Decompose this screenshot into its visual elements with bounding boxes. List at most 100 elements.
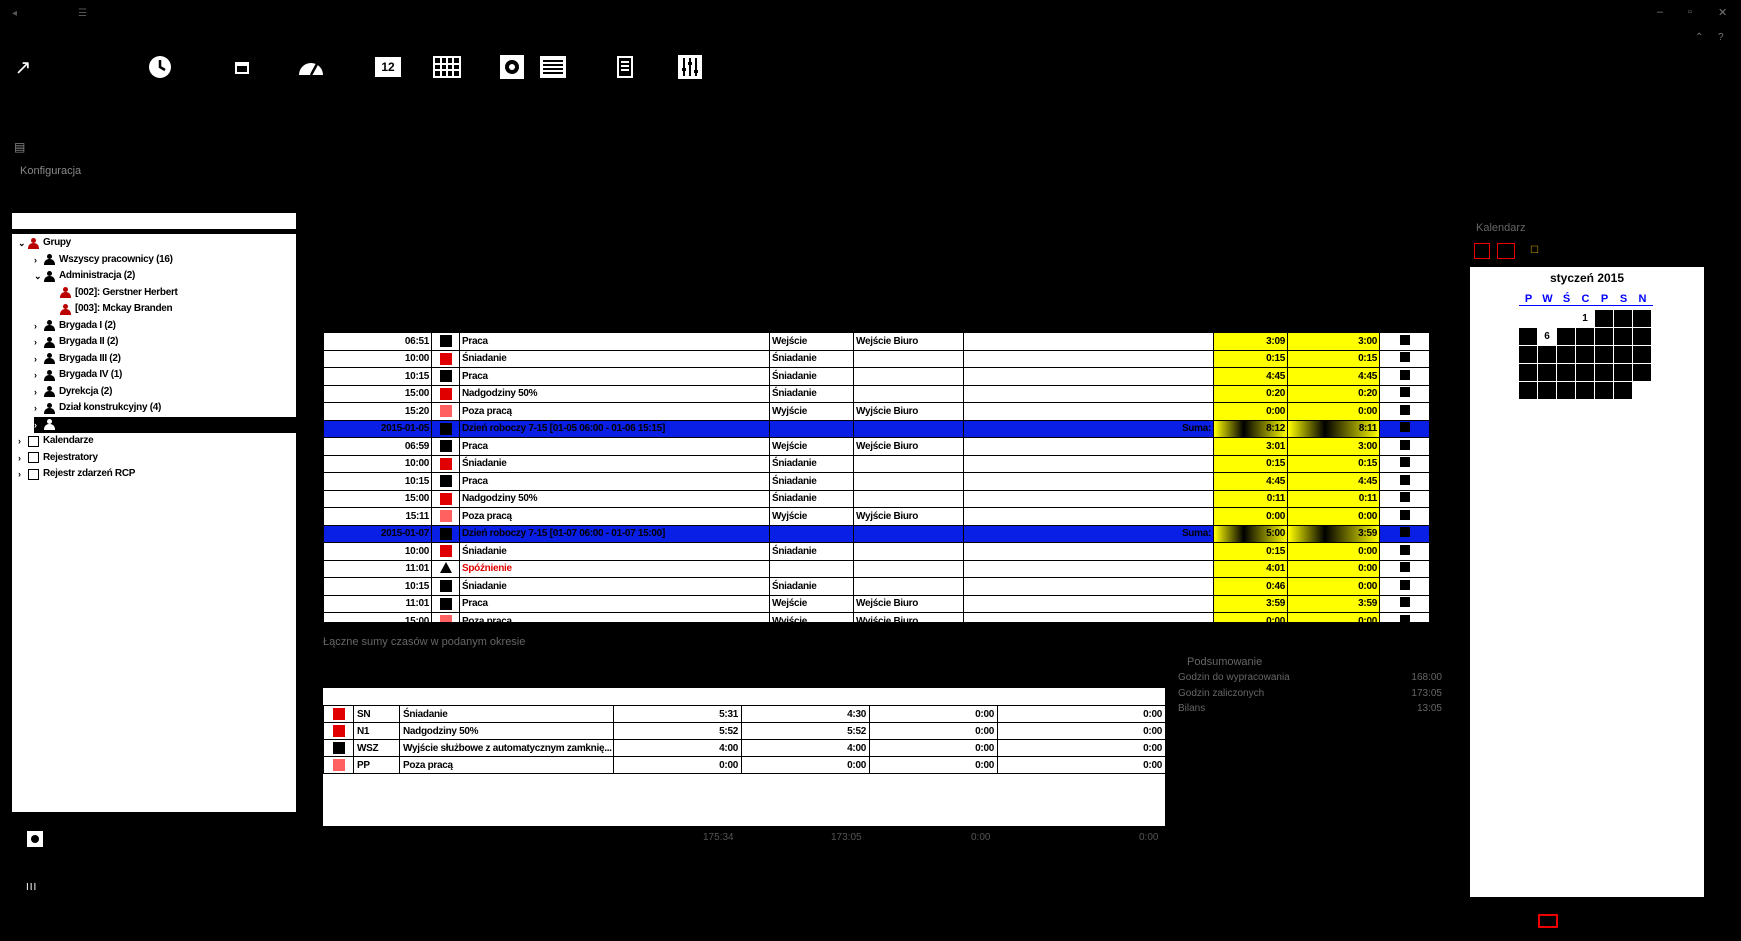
approve-checkbox[interactable] [1399,334,1410,345]
approve-cell[interactable] [1379,489,1429,508]
approve-cell[interactable] [1379,332,1429,351]
table-row[interactable]: 15:00 Nadgodziny 50% Śniadanie 0:20 0:20 [323,384,1429,403]
tree-item[interactable]: › Brygada II (2) [34,334,118,350]
settings-icon[interactable] [497,52,527,82]
sliders-icon[interactable] [675,52,705,82]
expand-caret-icon[interactable]: › [18,450,28,466]
tree-item[interactable]: › Brygada IV (1) [34,367,122,383]
calendar-day[interactable] [1519,328,1537,345]
summary-row[interactable]: WSZ Wyjście służbowe z automatycznym zamk… [323,739,1166,757]
approve-checkbox[interactable] [1399,614,1410,622]
calendar-day-icon[interactable]: 12 [373,52,403,82]
tree-item[interactable]: › [34,416,296,433]
exit-icon[interactable]: ↗ [8,52,38,82]
calendar-day[interactable] [1633,346,1651,363]
approve-checkbox[interactable] [1399,404,1410,415]
approve-checkbox[interactable] [1399,352,1410,363]
maximize-button[interactable]: ▫ [1688,6,1692,18]
expand-caret-icon[interactable]: › [18,433,28,449]
device-icon[interactable] [610,52,640,82]
calendar-day[interactable] [1614,346,1632,363]
approve-checkbox[interactable] [1399,544,1410,555]
bars-icon[interactable]: III [26,882,37,893]
tree-item[interactable]: [002]: Gerstner Herbert [50,285,178,301]
approve-cell[interactable] [1379,524,1429,543]
calendar-day[interactable] [1633,328,1651,345]
calendar-day[interactable]: 1 [1576,310,1594,327]
calendar-day[interactable] [1538,382,1556,399]
table-row[interactable]: 10:15 Praca Śniadanie 4:45 4:45 [323,367,1429,386]
calendar-day[interactable] [1614,310,1632,327]
calendar-day[interactable] [1519,364,1537,381]
tree-item[interactable]: › Dyrekcja (2) [34,384,112,400]
clock-icon[interactable] [145,52,175,82]
expand-caret-icon[interactable]: › [34,252,44,268]
day-summary-row[interactable]: 2015-01-07 Dzień roboczy 7-15 [01-07 06:0… [323,524,1429,543]
calendar-day[interactable] [1595,328,1613,345]
approve-cell[interactable] [1379,542,1429,561]
approve-checkbox[interactable] [1399,527,1410,538]
dashboard-icon[interactable] [296,52,326,82]
help-icon[interactable]: ? [1718,32,1724,43]
summary-row[interactable]: SN Śniadanie 5:31 4:30 0:00 0:00 [323,705,1166,723]
approve-checkbox[interactable] [1399,474,1410,485]
expand-caret-icon[interactable]: › [34,351,44,367]
approve-cell[interactable] [1379,577,1429,596]
expand-caret-icon[interactable]: › [34,417,44,433]
tree-item[interactable]: › Kalendarze [18,433,94,449]
table-row[interactable]: 15:11 Poza pracą Wyjście Wyjście Biuro 0:00 0… [323,507,1429,526]
calendar-day[interactable] [1519,382,1537,399]
table-row[interactable]: 11:01 Spóźnienie 4:01 0:00 [323,559,1429,578]
approve-cell[interactable] [1379,437,1429,456]
ribbon-collapse-icon[interactable]: ⌃ [1695,32,1703,43]
calendar-day[interactable] [1538,346,1556,363]
calendar-day[interactable] [1595,364,1613,381]
calendar-day[interactable] [1633,310,1651,327]
calendar-day[interactable] [1557,364,1575,381]
tree-item[interactable]: › Brygada III (2) [34,351,121,367]
approve-cell[interactable] [1379,454,1429,473]
calendar-small-icon[interactable] [227,52,257,82]
report-list-icon[interactable] [538,52,568,82]
table-row[interactable]: 15:00 Poza praca Wyjście Wyjście Biuro 0:00 0… [323,612,1429,622]
approve-checkbox[interactable] [1399,439,1410,450]
calendar-prev-button[interactable] [1474,243,1490,259]
table-row[interactable]: 15:20 Poza pracą Wyjście Wyjście Biuro 0:00 0… [323,402,1429,421]
expand-caret-icon[interactable]: › [18,466,28,482]
calendar-day[interactable] [1595,382,1613,399]
tree-item[interactable]: [003]: Mckay Branden [50,301,173,317]
calendar-day[interactable] [1557,346,1575,363]
table-row[interactable]: 10:00 Śniadanie Śniadanie 0:15 0:00 [323,542,1429,561]
tree-item[interactable]: › Rejestr zdarzeń RCP [18,466,135,482]
approve-checkbox[interactable] [1399,562,1410,573]
table-row[interactable]: 06:59 Praca Wejście Wejście Biuro 3:01 3:00 [323,437,1429,456]
approve-cell[interactable] [1379,384,1429,403]
approve-cell[interactable] [1379,594,1429,613]
expand-caret-icon[interactable]: › [34,318,44,334]
table-row[interactable]: 15:00 Nadgodziny 50% Śniadanie 0:11 0:11 [323,489,1429,508]
summary-row[interactable]: N1 Nadgodziny 50% 5:52 5:52 0:00 0:00 [323,722,1166,740]
calendar-day[interactable] [1519,346,1537,363]
calendar-day[interactable] [1538,364,1556,381]
calendar-day[interactable] [1576,382,1594,399]
tree-item[interactable]: › Dział konstrukcyjny (4) [34,400,161,416]
close-button[interactable]: ✕ [1718,6,1727,19]
expand-caret-icon[interactable]: ⌄ [34,268,44,284]
calendar-options-icon[interactable]: ☐ [1530,245,1539,256]
table-row[interactable]: 06:51 Praca Wejście Wejście Biuro 3:09 3:00 [323,332,1429,351]
tree-item[interactable]: ⌄ Grupy [18,235,71,251]
events-grid[interactable]: 06:51 Praca Wejście Wejście Biuro 3:09 3:00 10… [323,332,1429,622]
table-row[interactable]: 10:15 Praca Śniadanie 4:45 4:45 [323,472,1429,491]
calendar-day[interactable] [1576,346,1594,363]
calendar-day[interactable] [1557,382,1575,399]
calendar-day[interactable] [1614,364,1632,381]
tree-item[interactable]: ⌄ Administracja (2) [34,268,135,284]
summary-table[interactable]: SN Śniadanie 5:31 4:30 0:00 0:00 N1 Nadgodziny … [323,688,1166,826]
tree-item[interactable]: › Rejestratory [18,450,98,466]
approve-checkbox[interactable] [1399,387,1410,398]
table-row[interactable]: 10:00 Śniadanie Śniadanie 0:15 0:15 [323,349,1429,368]
table-row[interactable]: 10:15 Śniadanie Śniadanie 0:46 0:00 [323,577,1429,596]
expand-caret-icon[interactable]: › [34,400,44,416]
app-menu-icon[interactable]: ◂ [12,8,17,19]
approve-cell[interactable] [1379,419,1429,438]
